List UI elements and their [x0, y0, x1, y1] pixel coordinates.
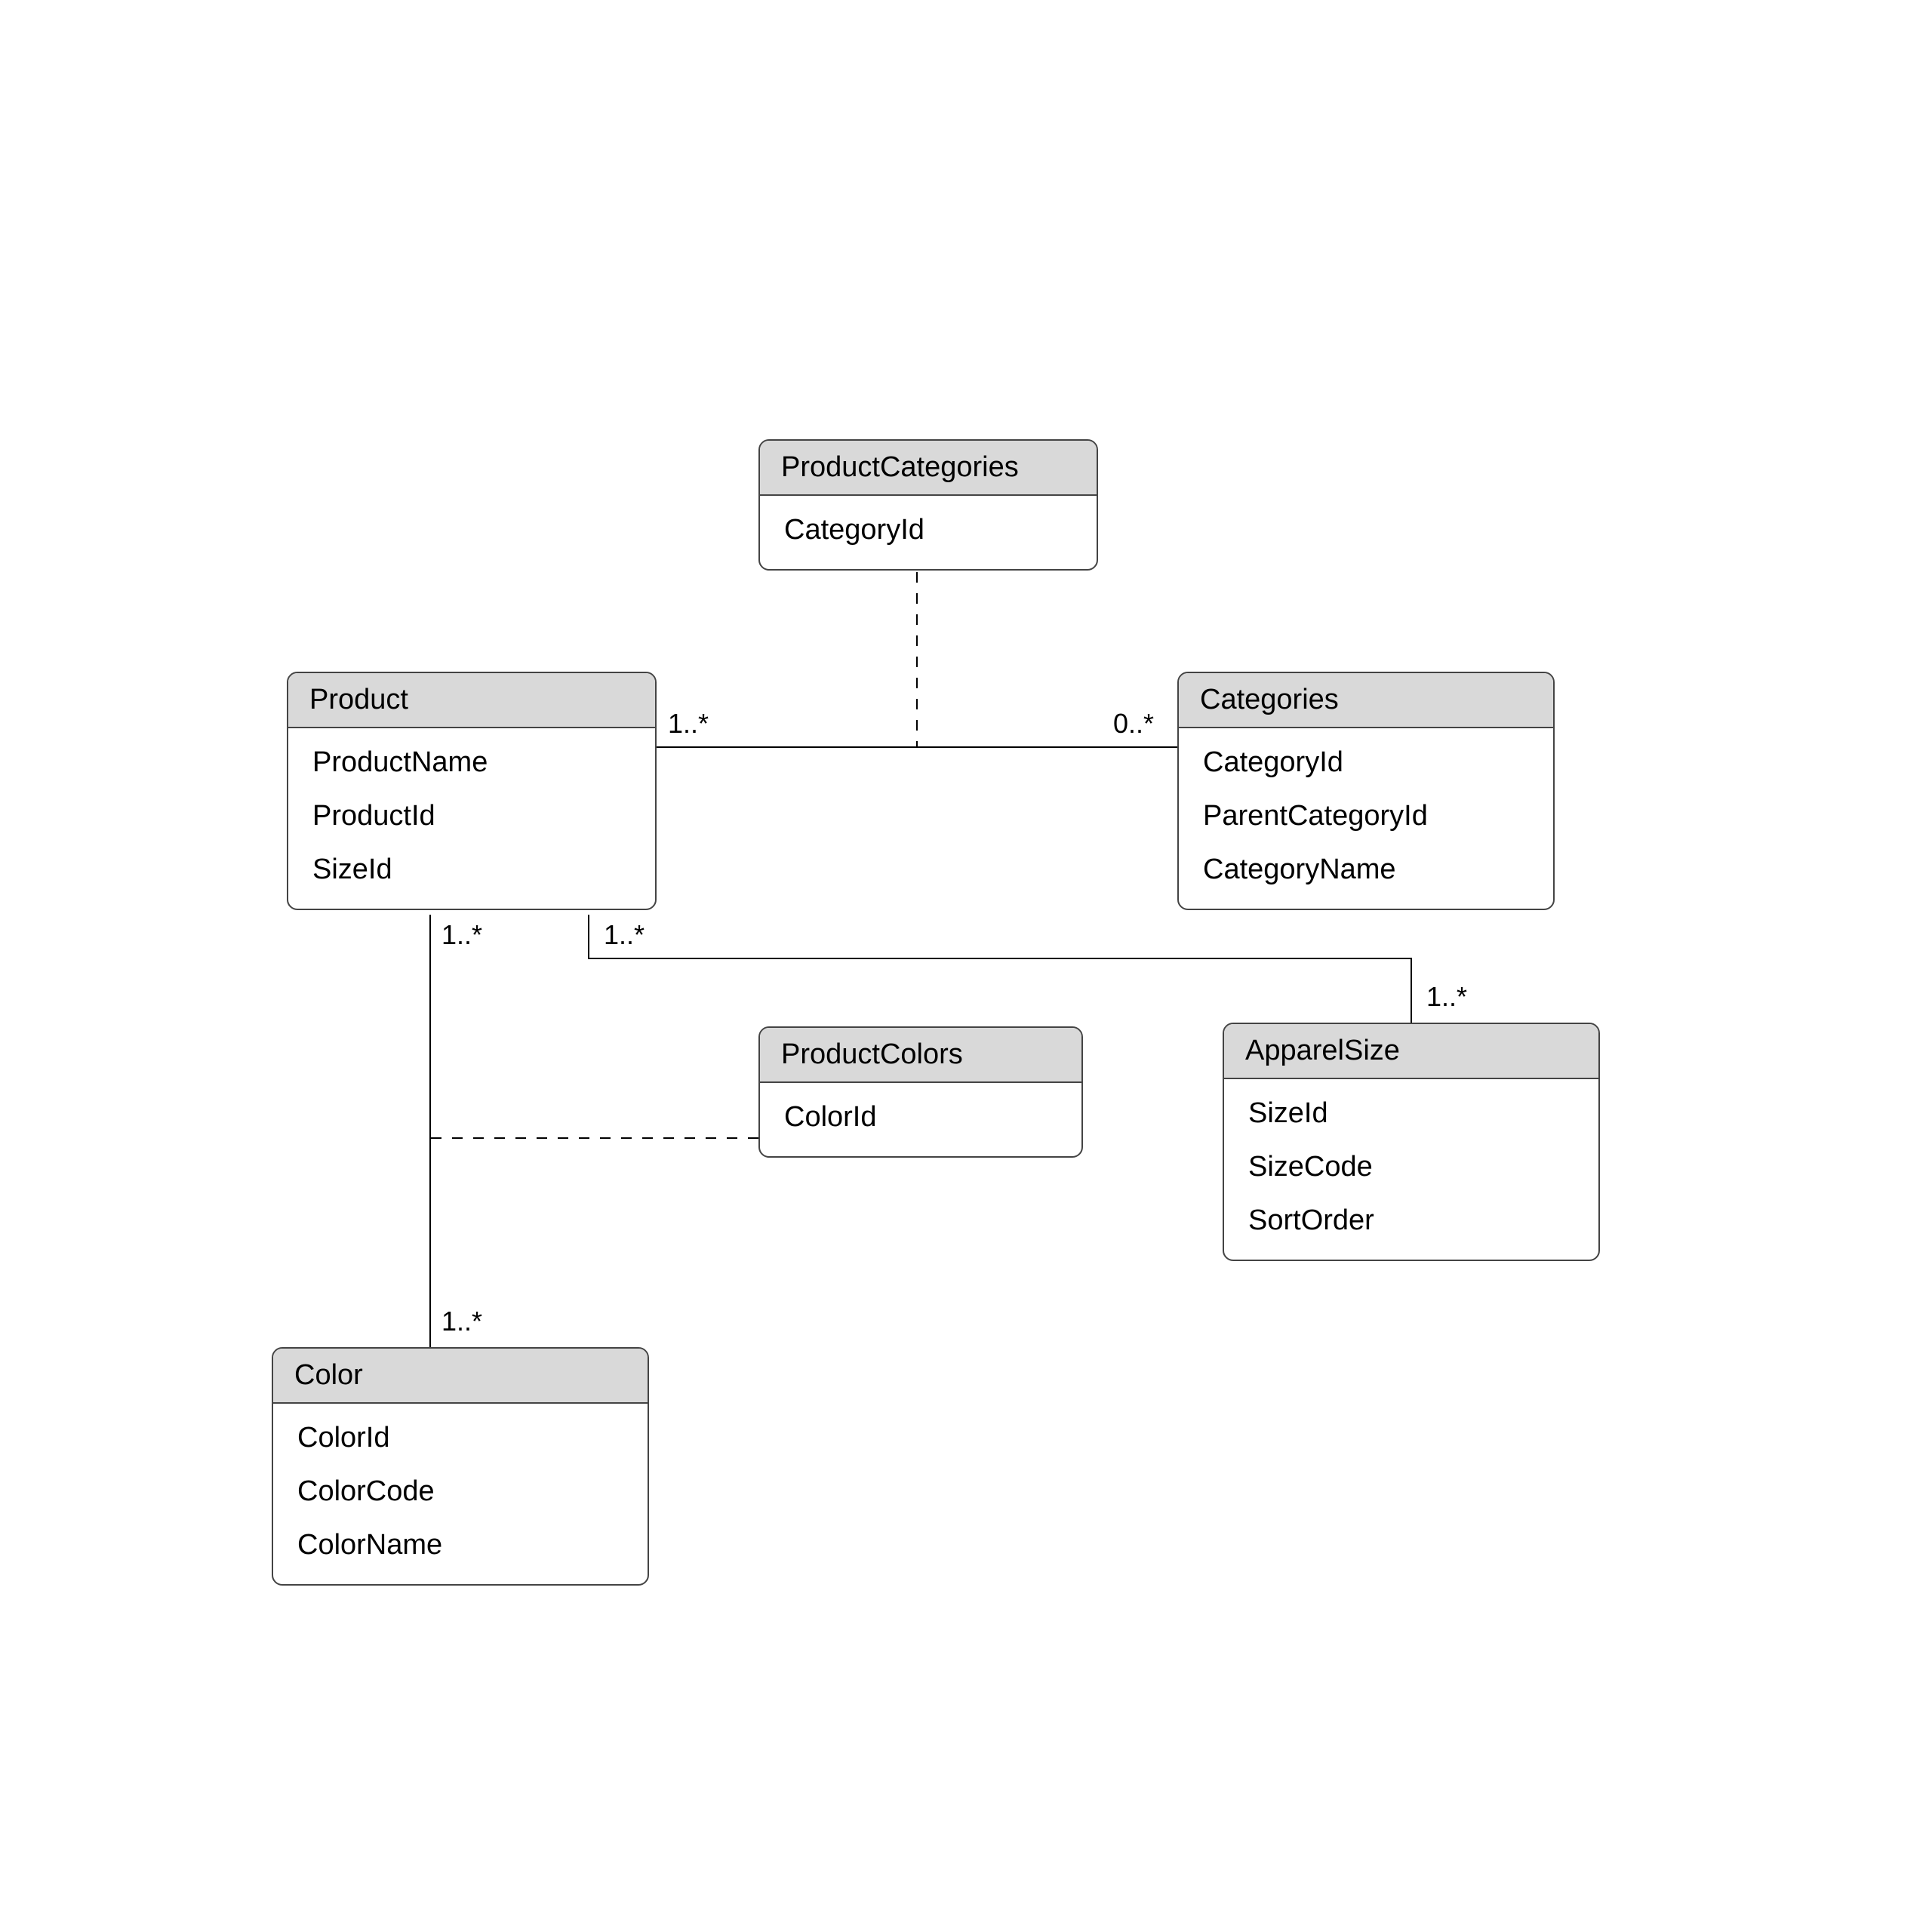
entity-attr: CategoryId	[781, 503, 1075, 557]
entity-attr: ProductName	[309, 736, 634, 789]
entity-product-categories: ProductCategories CategoryId	[758, 439, 1098, 571]
entity-attr: ColorId	[781, 1091, 1060, 1144]
multiplicity-label: 1..*	[1426, 981, 1467, 1013]
entity-product: Product ProductName ProductId SizeId	[287, 672, 657, 910]
entity-attr: SizeCode	[1245, 1140, 1577, 1194]
entity-title: ProductCategories	[760, 441, 1097, 496]
entity-apparel-size: ApparelSize SizeId SizeCode SortOrder	[1223, 1023, 1600, 1261]
entity-attr: CategoryId	[1200, 736, 1532, 789]
connectors-layer	[0, 0, 1932, 1932]
entity-attr: SortOrder	[1245, 1194, 1577, 1247]
entity-title: ProductColors	[760, 1028, 1081, 1083]
entity-product-colors: ProductColors ColorId	[758, 1026, 1083, 1158]
entity-attr: ColorId	[294, 1411, 626, 1465]
entity-title: Categories	[1179, 673, 1553, 728]
uml-canvas: ProductCategories CategoryId Product Pro…	[0, 0, 1932, 1932]
entity-attr: SizeId	[309, 843, 634, 897]
entity-title: Product	[288, 673, 655, 728]
entity-attr: CategoryName	[1200, 843, 1532, 897]
entity-categories: Categories CategoryId ParentCategoryId C…	[1177, 672, 1555, 910]
multiplicity-label: 1..*	[668, 708, 709, 740]
entity-attr: ColorCode	[294, 1465, 626, 1518]
entity-attr: ProductId	[309, 789, 634, 843]
entity-attr: SizeId	[1245, 1087, 1577, 1140]
entity-title: ApparelSize	[1224, 1024, 1598, 1079]
entity-color: Color ColorId ColorCode ColorName	[272, 1347, 649, 1586]
entity-attr: ParentCategoryId	[1200, 789, 1532, 843]
multiplicity-label: 1..*	[441, 1306, 482, 1337]
multiplicity-label: 1..*	[604, 919, 645, 951]
entity-attr: ColorName	[294, 1518, 626, 1572]
multiplicity-label: 1..*	[441, 919, 482, 951]
multiplicity-label: 0..*	[1113, 708, 1154, 740]
entity-title: Color	[273, 1349, 648, 1404]
